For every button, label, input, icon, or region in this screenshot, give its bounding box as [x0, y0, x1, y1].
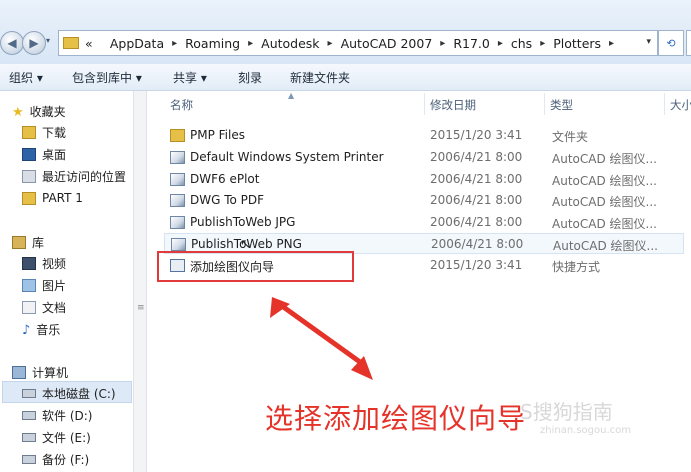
instruction-caption: 选择添加绘图仪向导: [265, 402, 527, 435]
watermark-url: zhinan.sogou.com: [540, 425, 632, 436]
watermark-logo-text: S搜狗指南: [520, 400, 613, 424]
watermark: S搜狗指南 zhinan.sogou.com: [520, 396, 631, 436]
